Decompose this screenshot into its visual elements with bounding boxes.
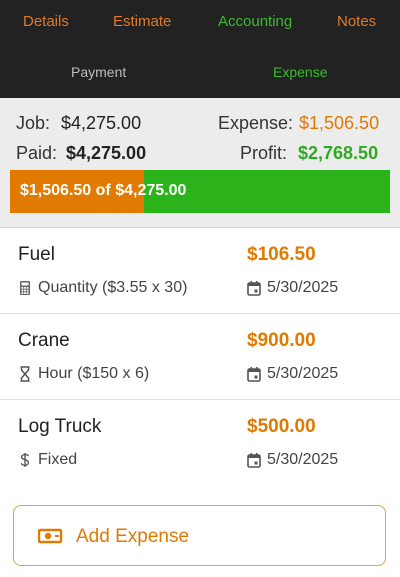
expense-progress-bar: $1,506.50 of $4,275.00 <box>10 170 390 213</box>
expense-amount: $106.50 <box>247 244 316 265</box>
profit-label: Profit: <box>240 143 288 163</box>
expense-name: Fuel <box>18 244 55 265</box>
tab-estimate[interactable]: Estimate <box>113 13 171 30</box>
paid-value: $4,275.00 <box>66 143 147 163</box>
progress-of: of <box>95 182 111 199</box>
expense-detail: Quantity ($3.55 x 30) <box>18 279 187 297</box>
expense-date-text: 5/30/2025 <box>267 279 339 296</box>
expense-detail-text: Fixed <box>38 451 78 468</box>
expense-label: Expense: <box>218 113 294 133</box>
tab-notes[interactable]: Notes <box>337 13 376 30</box>
progress-total: $4,275.00 <box>115 182 187 199</box>
expense-date-text: 5/30/2025 <box>267 365 339 382</box>
progress-spent: $1,506.50 <box>20 182 92 199</box>
add-expense-label: Add Expense <box>76 526 190 547</box>
expense-item-crane[interactable]: Crane $900.00 Hour ($150 x 6) 5/30/2025 <box>0 314 400 400</box>
calendar-icon <box>247 367 261 382</box>
add-expense-button[interactable]: Add Expense <box>13 505 386 566</box>
cash-icon <box>38 528 63 544</box>
top-navigation: Details Estimate Accounting Notes Paymen… <box>0 0 400 98</box>
calculator-icon <box>20 281 30 295</box>
profit-value: $2,768.50 <box>298 143 379 163</box>
expense-item-log-truck[interactable]: Log Truck $500.00 Fixed 5/30/2025 <box>0 400 400 486</box>
expense-name: Log Truck <box>18 416 102 437</box>
expense-detail-text: Hour ($150 x 6) <box>38 365 150 382</box>
expense-detail-text: Quantity ($3.55 x 30) <box>38 279 188 296</box>
subtab-expense[interactable]: Expense <box>273 64 327 80</box>
accounting-summary: Job: $4,275.00 Expense: $1,506.50 Paid: … <box>0 98 400 228</box>
expense-date: 5/30/2025 <box>247 451 338 469</box>
calendar-icon <box>247 453 261 468</box>
expense-name: Crane <box>18 330 70 351</box>
expense-value: $1,506.50 <box>299 113 380 133</box>
hourglass-icon <box>20 366 30 382</box>
job-label: Job: <box>16 113 51 133</box>
expense-date-text: 5/30/2025 <box>267 451 339 468</box>
expense-detail: Hour ($150 x 6) <box>18 365 149 383</box>
expense-date: 5/30/2025 <box>247 365 338 383</box>
dollar-icon <box>20 453 30 467</box>
expense-item-fuel[interactable]: Fuel $106.50 Quantity ($3.55 x 30) 5/30/… <box>0 228 400 314</box>
progress-text: $1,506.50 of $4,275.00 <box>20 182 186 200</box>
calendar-icon <box>247 281 261 296</box>
tab-accounting[interactable]: Accounting <box>218 13 292 30</box>
main-tabs: Details Estimate Accounting Notes <box>0 0 400 46</box>
paid-label: Paid: <box>16 143 58 163</box>
subtab-payment[interactable]: Payment <box>71 64 126 80</box>
expense-detail: Fixed <box>18 451 77 469</box>
sub-tabs: Payment Expense <box>0 50 400 94</box>
expense-date: 5/30/2025 <box>247 279 338 297</box>
tab-details[interactable]: Details <box>23 13 69 30</box>
job-value: $4,275.00 <box>61 113 142 133</box>
expense-amount: $900.00 <box>247 330 316 351</box>
expense-amount: $500.00 <box>247 416 316 437</box>
